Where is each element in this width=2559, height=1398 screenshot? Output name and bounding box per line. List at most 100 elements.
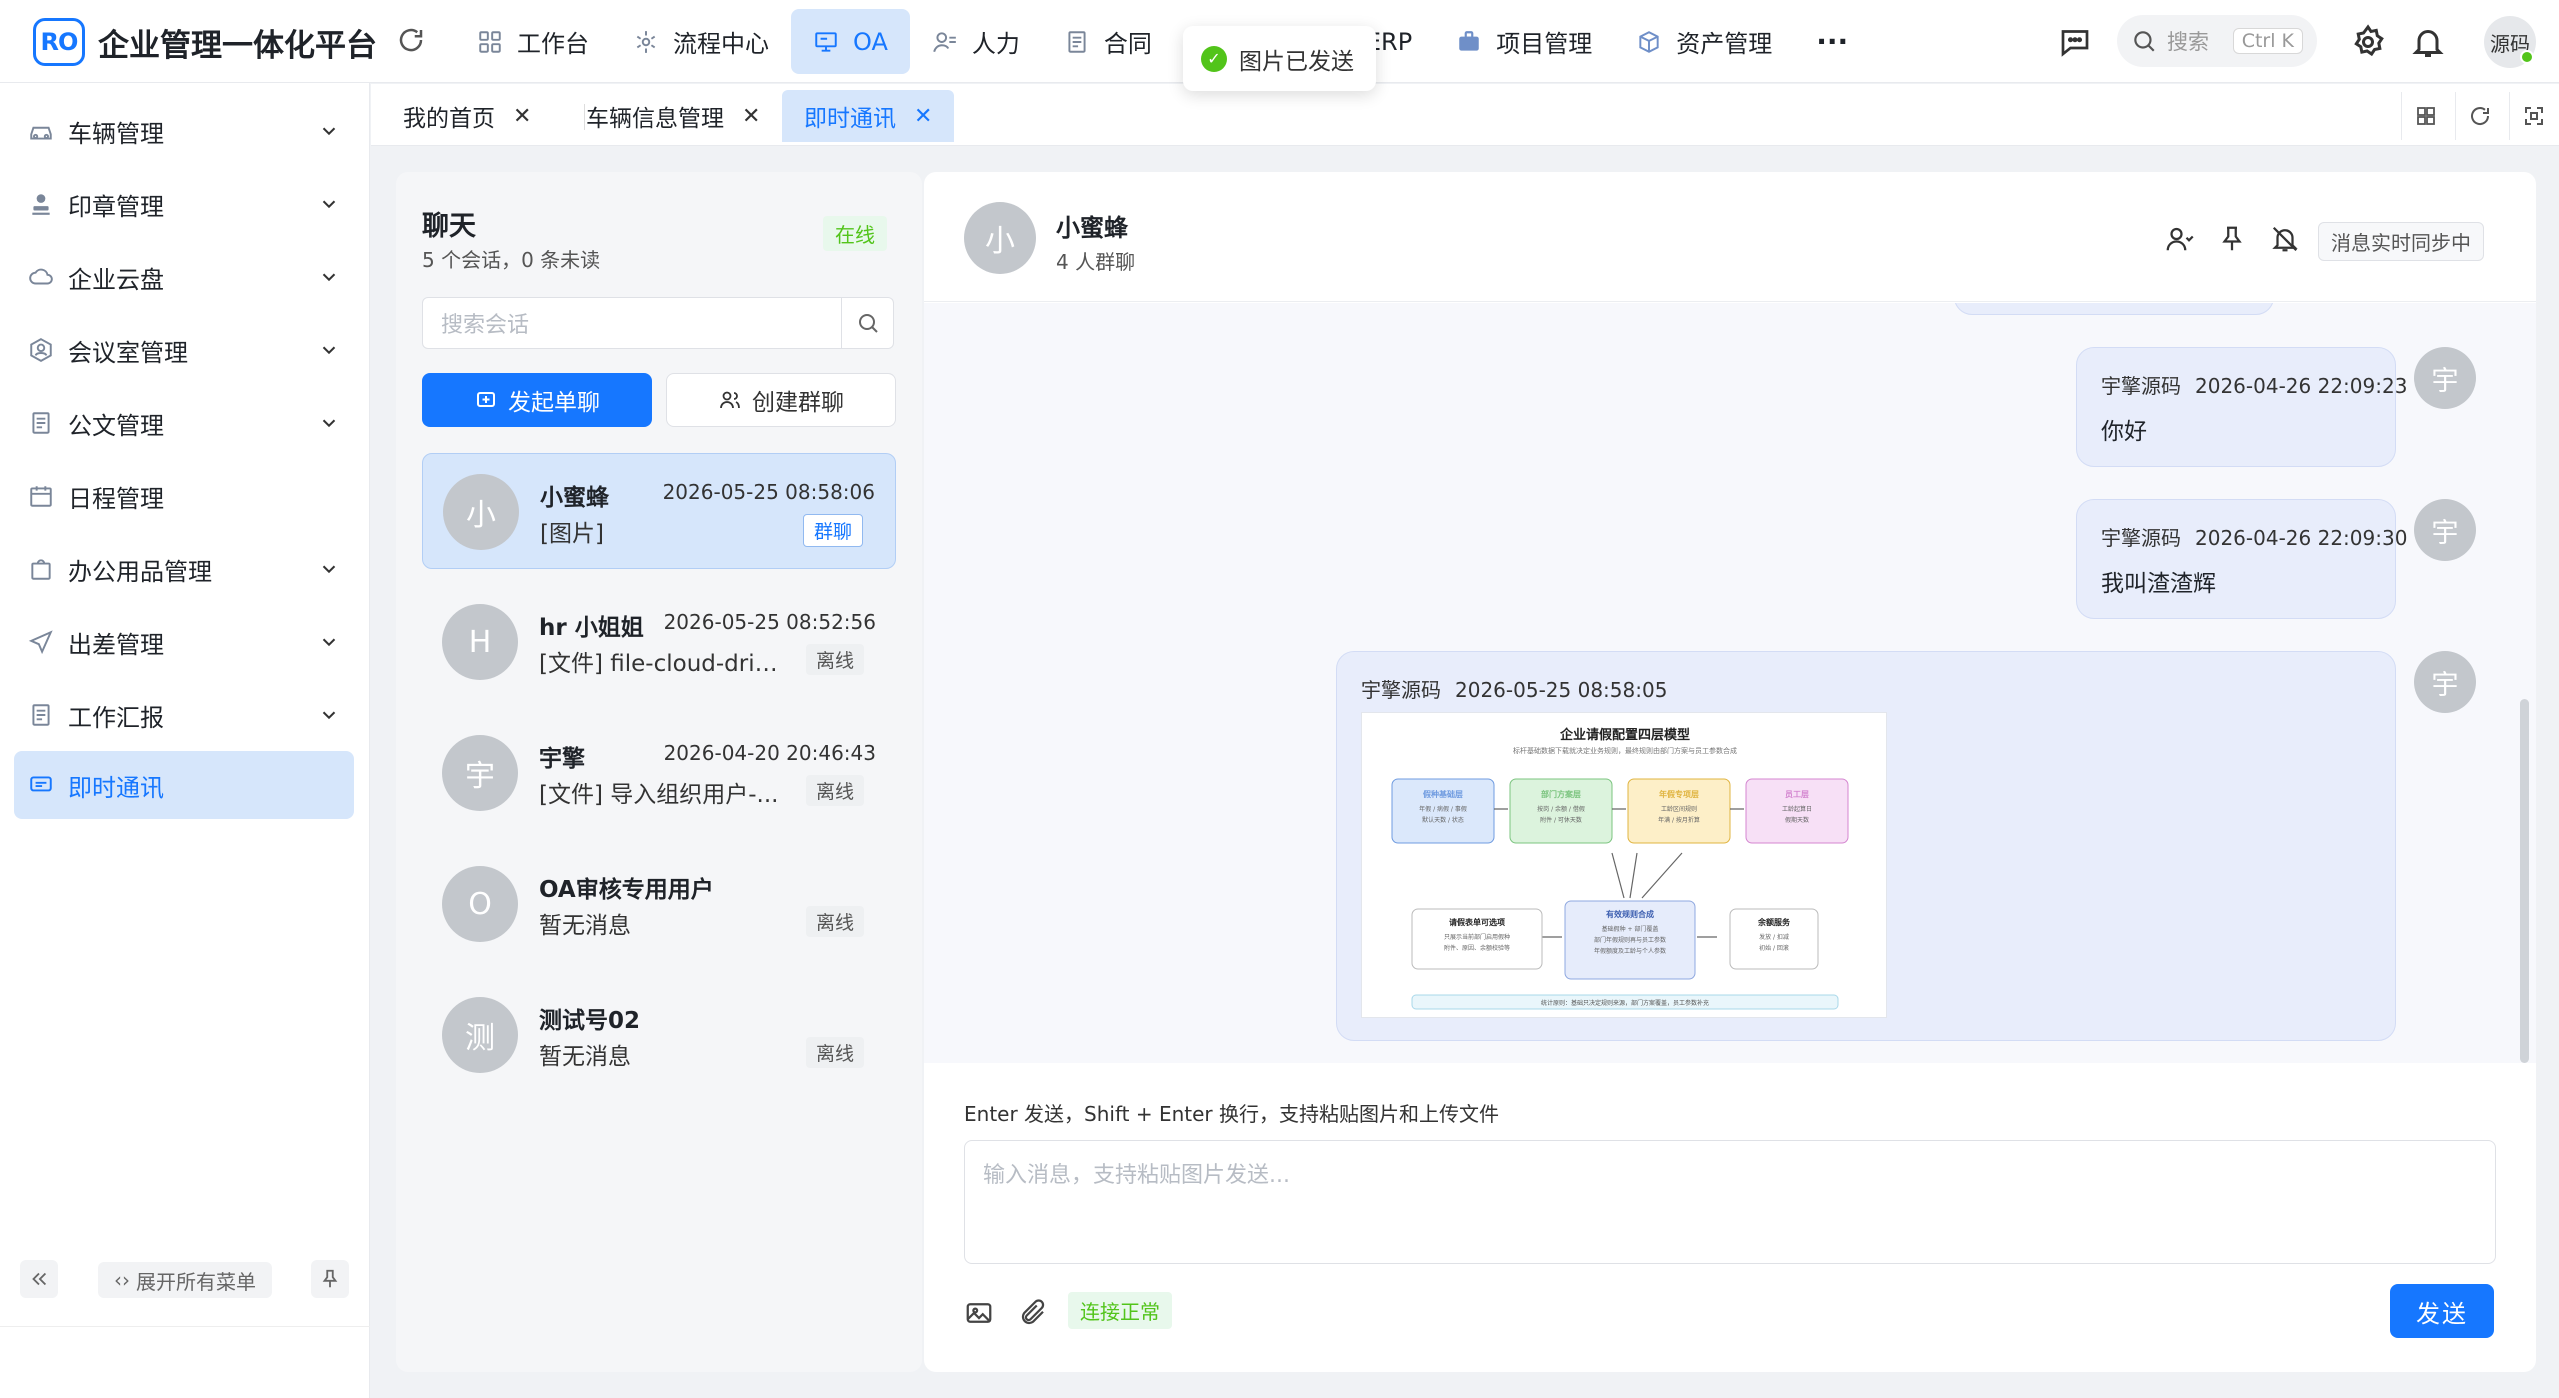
search-icon xyxy=(2134,31,2155,52)
tab-home[interactable]: 我的首页 ✕ xyxy=(381,90,553,142)
sidebar-item-instant-messaging[interactable]: 即时通讯 xyxy=(14,751,354,819)
nav-label: 流程中心 xyxy=(673,30,769,58)
image-upload-icon[interactable] xyxy=(964,1298,994,1328)
sidebar-item-label: 会议室管理 xyxy=(68,338,188,367)
nav-item-workbench[interactable]: 工作台 xyxy=(455,9,611,74)
sidebar-item-meeting-room[interactable]: 会议室管理 xyxy=(14,316,354,384)
mute-bell-icon[interactable] xyxy=(2270,224,2300,254)
nav-item-asset[interactable]: 资产管理 xyxy=(1614,9,1794,74)
nav-item-project[interactable]: 项目管理 xyxy=(1434,9,1614,74)
nav-item-flow[interactable]: 流程中心 xyxy=(611,9,791,74)
pin-button[interactable] xyxy=(311,1260,349,1298)
global-search[interactable]: 搜索 Ctrl K xyxy=(2117,15,2317,67)
reload-tab-button[interactable] xyxy=(2455,92,2503,140)
sidebar-item-schedule[interactable]: 日程管理 xyxy=(14,462,354,530)
main-nav: 工作台 流程中心 OA 人力 合同 ERP 项目管理 资产管理 ··· xyxy=(455,9,1870,74)
sidebar-item-office-supplies[interactable]: 办公用品管理 xyxy=(14,535,354,603)
chat-panel: 小 小蜜蜂 4 人群聊 消息实时同步中 宇擎源码 2026-04-26 22:09… xyxy=(924,172,2536,1372)
chevron-down-icon xyxy=(322,127,336,136)
sidebar-item-document[interactable]: 公文管理 xyxy=(14,389,354,457)
calendar-icon xyxy=(30,486,52,507)
sidebar-item-cloud[interactable]: 企业云盘 xyxy=(14,243,354,311)
message-bubble xyxy=(1954,303,2274,315)
refresh-icon[interactable] xyxy=(396,25,426,55)
conversation-list-panel: 聊天 5 个会话，0 条未读 在线 搜索会话 发起单聊 创建群聊 小 小蜜蜂 2… xyxy=(396,172,922,1372)
cloud-icon xyxy=(29,268,53,285)
tab-label: 车辆信息管理 xyxy=(586,106,724,132)
conversation-time: 2026-05-25 08:58:06 xyxy=(662,480,875,504)
conversation-name: OA审核专用用户 xyxy=(539,877,714,903)
chevron-down-icon xyxy=(322,346,336,355)
sidebar-item-work-report[interactable]: 工作汇报 xyxy=(14,681,354,749)
chevron-down-icon xyxy=(322,565,336,574)
double-chevron-left-icon xyxy=(32,1272,47,1286)
nav-label: 资产管理 xyxy=(1676,30,1773,58)
conversation-item[interactable]: 小 小蜜蜂 2026-05-25 08:58:06 [图片] 群聊 xyxy=(422,453,896,569)
search-shortcut: Ctrl K xyxy=(2232,28,2303,54)
collapse-sidebar-button[interactable] xyxy=(20,1260,58,1298)
message-icon[interactable] xyxy=(2057,24,2093,60)
conversation-name: hr 小姐姐 xyxy=(539,615,644,641)
conversation-item[interactable]: O OA审核专用用户 暂无消息 离线 xyxy=(422,846,896,962)
nav-more-button[interactable]: ··· xyxy=(1794,9,1870,74)
meeting-icon xyxy=(30,338,52,362)
diagram-bottom-line: 只展示当前部门启用假种 xyxy=(1444,933,1510,941)
sync-status-badge: 消息实时同步中 xyxy=(2318,222,2484,261)
close-icon[interactable]: ✕ xyxy=(914,104,932,129)
nav-item-contract[interactable]: 合同 xyxy=(1042,9,1174,74)
conversation-item[interactable]: H hr 小姐姐 2026-05-25 08:52:56 [文件] file-c… xyxy=(422,584,896,700)
bag-icon xyxy=(31,559,51,580)
create-group-chat-button[interactable]: 创建群聊 xyxy=(666,373,896,427)
offline-badge: 离线 xyxy=(805,775,864,806)
nav-label: OA xyxy=(853,27,888,56)
diagram-bottom-line: 年假额度及工龄与个人参数 xyxy=(1594,947,1666,955)
diagram-layer-box: 员工层工龄起算日假期天数 xyxy=(1745,778,1849,844)
bell-icon[interactable] xyxy=(2410,24,2446,60)
diagram-layer-line: 工龄起算日 xyxy=(1782,805,1812,813)
nav-item-oa[interactable]: OA xyxy=(791,9,910,74)
conversation-item[interactable]: 测 测试号02 暂无消息 离线 xyxy=(422,977,896,1093)
attachment-icon[interactable] xyxy=(1018,1298,1048,1328)
tab-instant-messaging[interactable]: 即时通讯 ✕ xyxy=(782,90,955,142)
pin-icon[interactable] xyxy=(2217,224,2247,254)
message-area: 宇擎源码 2026-04-26 22:09:23 你好 宇 宇擎源码 2026-04… xyxy=(924,303,2536,1063)
sidebar-item-label: 即时通讯 xyxy=(68,773,164,802)
conversation-search[interactable]: 搜索会话 xyxy=(422,297,894,349)
sidebar: 车辆管理 印章管理 企业云盘 会议室管理 公文管理 日程管理 办公用品管理 出差… xyxy=(0,83,370,1398)
tab-vehicle-info[interactable]: 车辆信息管理 ✕ xyxy=(564,90,782,142)
send-button[interactable]: 发送 xyxy=(2390,1284,2494,1338)
diagram-bottom-box: 有效规则合成基础假种 + 部门覆盖部门年假规则再与员工参数年假额度及工龄与个人参… xyxy=(1564,900,1696,980)
conversation-item[interactable]: 宇 宇擎 2026-04-20 20:46:43 [文件] 导入组织用户-...… xyxy=(422,715,896,831)
add-chat-icon xyxy=(477,392,495,407)
new-single-chat-label: 发起单聊 xyxy=(508,390,600,416)
online-status-badge: 在线 xyxy=(823,216,887,251)
sidebar-item-business-trip[interactable]: 出差管理 xyxy=(14,608,354,676)
members-icon[interactable] xyxy=(2164,224,2194,254)
code-icon: ‹› xyxy=(114,1268,130,1292)
message-meta: 宇擎源码 2026-04-26 22:09:30 xyxy=(2101,522,2407,551)
message-time: 2026-04-26 22:09:30 xyxy=(2195,526,2408,550)
gear-icon[interactable] xyxy=(2350,24,2386,60)
grid-view-button[interactable] xyxy=(2401,92,2449,140)
close-icon[interactable]: ✕ xyxy=(513,104,531,129)
tab-bar: 我的首页 ✕ 车辆信息管理 ✕ 即时通讯 ✕ xyxy=(371,84,2559,146)
sidebar-item-seal[interactable]: 印章管理 xyxy=(14,170,354,238)
avatar: H xyxy=(442,604,518,680)
message-input[interactable]: 输入消息，支持粘贴图片发送... xyxy=(964,1140,2496,1264)
nav-label: 项目管理 xyxy=(1496,30,1593,58)
fullscreen-button[interactable] xyxy=(2509,92,2557,140)
new-single-chat-button[interactable]: 发起单聊 xyxy=(422,373,652,427)
image-attachment[interactable]: 企业请假配置四层模型 标杆基础数据下载就决定业务规则，最终规则由部门方案与员工参… xyxy=(1361,712,1887,1018)
sidebar-item-vehicle[interactable]: 车辆管理 xyxy=(14,97,354,165)
message-meta: 宇擎源码 2026-04-26 22:09:23 xyxy=(2101,370,2407,399)
conversation-preview: [文件] file-cloud-drive... xyxy=(539,651,779,677)
expand-all-menus-button[interactable]: ‹› 展开所有菜单 xyxy=(98,1262,272,1298)
close-icon[interactable]: ✕ xyxy=(742,104,760,129)
toast-notification: ✓ 图片已发送 xyxy=(1183,26,1376,91)
diagram-layer-title: 员工层 xyxy=(1785,790,1809,799)
message-scrollbar[interactable] xyxy=(2520,699,2529,1063)
nav-item-hr[interactable]: 人力 xyxy=(910,9,1042,74)
app-logo[interactable]: RO xyxy=(33,18,85,66)
conversation-search-input[interactable]: 搜索会话 xyxy=(423,307,841,339)
conversation-search-button[interactable] xyxy=(841,298,893,348)
